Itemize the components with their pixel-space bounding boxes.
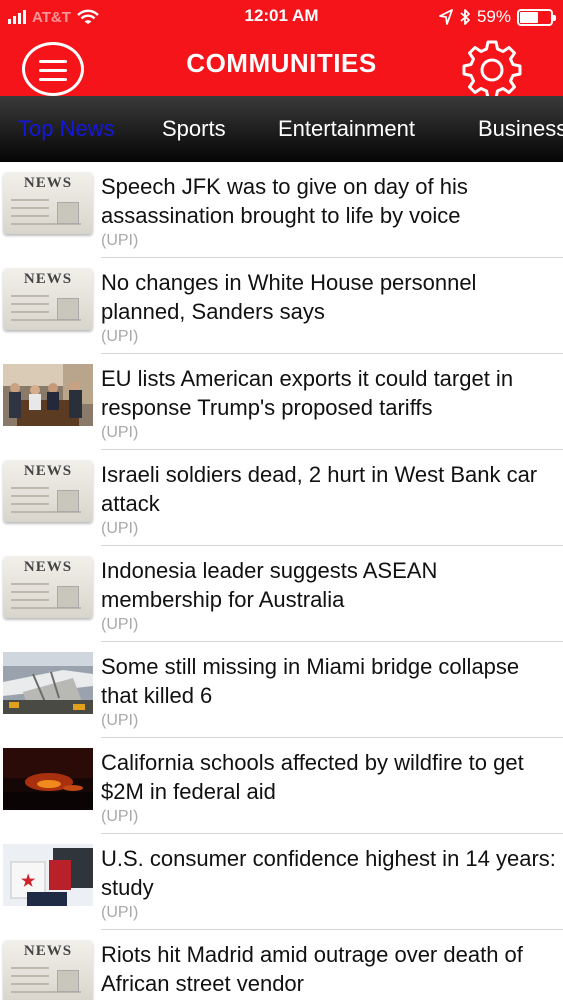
shopping-bags-photo: ★ [3,844,93,906]
article-headline: Speech JFK was to give on day of his ass… [101,174,468,228]
battery-percent: 59% [476,7,511,26]
list-item[interactable]: NEWS Riots hit Madrid amid outrage over … [0,930,563,1000]
news-placeholder-thumbnail: NEWS [3,940,93,1000]
article-headline: Indonesia leader suggests ASEAN membersh… [101,558,438,612]
article-source: (UPI) [101,616,139,633]
article-source: (UPI) [101,712,139,729]
article-headline: Riots hit Madrid amid outrage over death… [101,942,523,996]
article-headline: Some still missing in Miami bridge colla… [101,654,520,708]
news-list: NEWS Speech JFK was to give on day of hi… [0,162,563,1000]
list-item[interactable]: EU lists American exports it could targe… [0,354,563,450]
article-headline: No changes in White House personnel plan… [101,270,477,324]
article-headline: Israeli soldiers dead, 2 hurt in West Ba… [101,462,538,516]
article-source: (UPI) [101,520,139,537]
svg-text:★: ★ [21,873,36,890]
category-tabs: Top News Sports Entertainment Business [0,96,563,162]
battery-icon [517,8,556,26]
article-source: (UPI) [101,904,139,921]
status-right: 59% [439,6,556,28]
tab-sports[interactable]: Sports [162,116,226,142]
article-headline: California schools affected by wildfire … [101,750,524,804]
list-item[interactable]: NEWS Indonesia leader suggests ASEAN mem… [0,546,563,642]
list-item[interactable]: NEWS Israeli soldiers dead, 2 hurt in We… [0,450,563,546]
status-bar: AT&T 12:01 AM 59% [0,0,563,34]
list-item[interactable]: NEWS No changes in White House personnel… [0,258,563,354]
article-source: (UPI) [101,328,139,345]
list-item[interactable]: California schools affected by wildfire … [0,738,563,834]
list-item[interactable]: ★ U.S. consumer confidence highest in 14… [0,834,563,930]
article-source: (UPI) [101,232,139,249]
bluetooth-icon [460,9,470,25]
tab-business[interactable]: Business [478,116,563,142]
article-headline: U.S. consumer confidence highest in 14 y… [101,846,556,900]
list-item[interactable]: NEWS Speech JFK was to give on day of hi… [0,162,563,258]
news-placeholder-thumbnail: NEWS [3,460,93,522]
news-placeholder-thumbnail: NEWS [3,268,93,330]
gear-icon[interactable] [460,36,524,100]
tab-top-news[interactable]: Top News [18,116,115,142]
article-source: (UPI) [101,808,139,825]
bridge-collapse-photo [3,652,93,714]
signing-ceremony-photo [3,364,93,426]
location-arrow-icon [439,9,453,25]
list-item[interactable]: Some still missing in Miami bridge colla… [0,642,563,738]
tab-entertainment[interactable]: Entertainment [278,116,415,142]
article-headline: EU lists American exports it could targe… [101,366,514,420]
app-header: COMMUNITIES [0,34,563,100]
news-placeholder-thumbnail: NEWS [3,172,93,234]
wildfire-photo [3,748,93,810]
article-source: (UPI) [101,424,139,441]
news-placeholder-thumbnail: NEWS [3,556,93,618]
